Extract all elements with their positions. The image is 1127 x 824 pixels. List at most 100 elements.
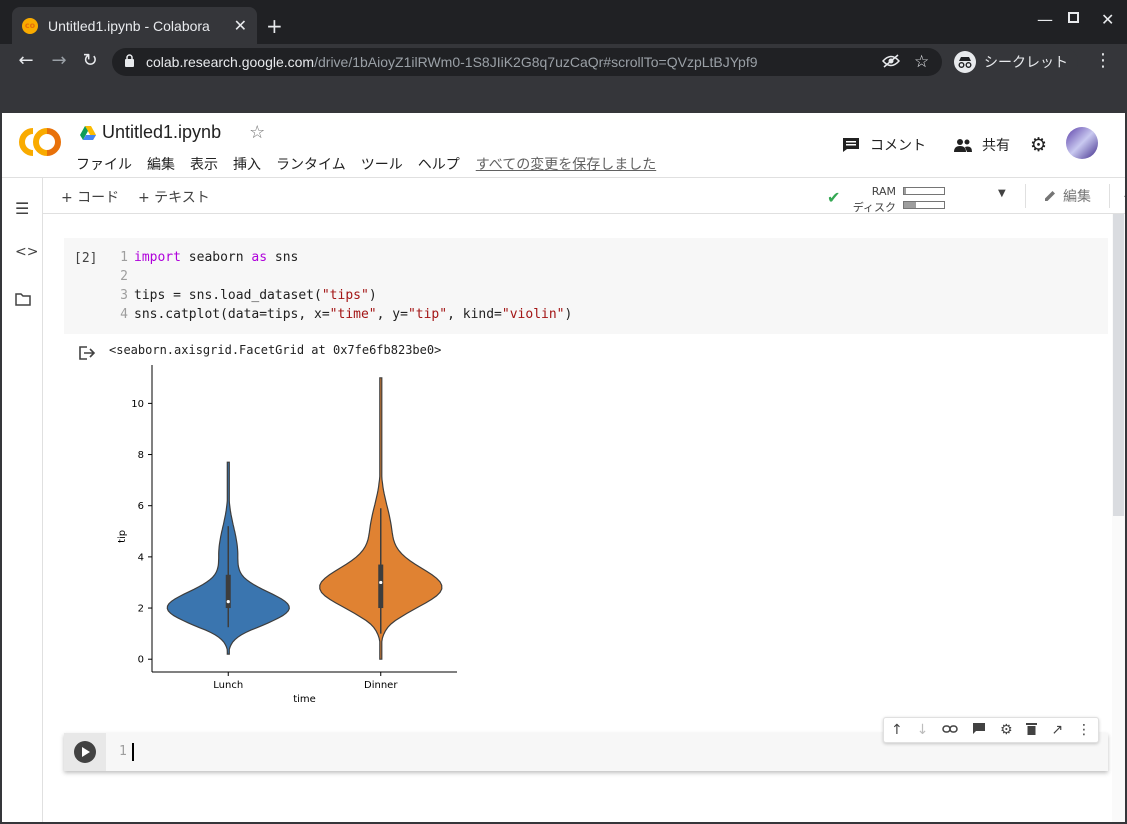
line-number: 4	[120, 307, 128, 322]
string-literal: "tip"	[407, 307, 448, 322]
iqr-box	[378, 564, 384, 609]
x-tick-label: Dinner	[364, 680, 398, 691]
text-cursor	[132, 743, 134, 761]
save-status-link[interactable]: すべての変更を保存しました	[476, 154, 656, 174]
violin-plot: 0 2 4 6 8 10 Lunch Dinner time tip	[117, 365, 457, 705]
incognito-badge[interactable]: シークレット	[950, 48, 1078, 76]
y-tick-label: 8	[138, 450, 144, 461]
menu-file[interactable]: ファイル	[76, 154, 132, 174]
code-line[interactable]: 2	[112, 269, 134, 284]
files-folder-icon[interactable]	[15, 291, 31, 310]
median-dot	[226, 600, 230, 604]
line-number: 2	[120, 269, 128, 284]
menu-insert[interactable]: 挿入	[233, 154, 261, 174]
browser-tab[interactable]: co Untitled1.ipynb - Colabora ✕	[12, 7, 257, 44]
notebook-title[interactable]: Untitled1.ipynb	[102, 122, 221, 143]
incognito-icon	[954, 51, 976, 73]
code-line[interactable]: 3 tips = sns.load_dataset("tips")	[112, 288, 377, 303]
x-axis-label: time	[293, 694, 316, 705]
close-tab-icon[interactable]: ✕	[234, 16, 247, 35]
string-literal: "time"	[329, 307, 377, 322]
collapse-header-icon[interactable]	[1123, 184, 1125, 203]
colab-favicon-icon: co	[22, 17, 38, 34]
x-tick-label: Lunch	[213, 680, 243, 691]
tab-title: Untitled1.ipynb - Colabora	[47, 17, 210, 34]
move-up-icon[interactable]: ↑	[891, 722, 903, 738]
url-host: colab.research.google.com	[146, 54, 315, 70]
minimize-icon[interactable]: —	[1037, 10, 1053, 29]
more-options-icon[interactable]: ⋮	[1077, 722, 1091, 738]
resources-dropdown-icon[interactable]: ▼	[998, 188, 1006, 199]
output-actions-icon[interactable]	[78, 345, 96, 361]
code-text: sns.catplot(data=tips, x=	[134, 307, 330, 322]
menu-runtime[interactable]: ランタイム	[276, 154, 346, 174]
edit-button[interactable]: 編集	[1043, 186, 1091, 206]
forward-icon[interactable]: →	[47, 50, 71, 71]
menu-help[interactable]: ヘルプ	[418, 154, 460, 174]
edit-label: 編集	[1063, 189, 1091, 205]
bookmark-bar	[0, 80, 1127, 113]
table-of-contents-icon[interactable]: ☰	[15, 199, 29, 218]
connected-check-icon: ✔	[827, 188, 841, 207]
keyword: as	[251, 250, 268, 265]
url-text: colab.research.google.com/drive/1bAioyZ1…	[146, 54, 758, 70]
colab-header: Untitled1.ipynb ☆ ファイル 編集 表示 挿入 ランタイム ツー…	[2, 113, 1125, 178]
colab-page: Untitled1.ipynb ☆ ファイル 編集 表示 挿入 ランタイム ツー…	[2, 113, 1125, 822]
disk-bar	[903, 201, 945, 209]
code-text: )	[564, 307, 573, 322]
cell-toolbar: + コード + テキスト ✔ RAM ディスク ▼ 編集	[43, 178, 1125, 214]
menu-bar: ファイル 編集 表示 挿入 ランタイム ツール ヘルプ すべての変更を保存しまし…	[76, 154, 671, 174]
cell-settings-gear-icon[interactable]: ⚙	[1000, 722, 1013, 738]
cell-output-text: <seaborn.axisgrid.FacetGrid at 0x7fe6fb8…	[109, 343, 442, 357]
code-line[interactable]: 4 sns.catplot(data=tips, x="time", y="tip…	[112, 307, 572, 322]
browser-window: co Untitled1.ipynb - Colabora ✕ + — ✕ ← …	[0, 0, 1127, 824]
user-avatar[interactable]	[1066, 127, 1098, 159]
scrollbar-thumb[interactable]	[1113, 214, 1124, 516]
share-button[interactable]: 共有	[953, 135, 1010, 155]
eye-off-icon[interactable]	[881, 54, 901, 72]
delete-trash-icon[interactable]	[1026, 722, 1038, 739]
close-window-icon[interactable]: ✕	[1101, 10, 1114, 29]
link-icon[interactable]	[942, 722, 958, 738]
star-icon[interactable]: ☆	[249, 122, 265, 143]
settings-gear-icon[interactable]: ⚙	[1030, 134, 1047, 156]
ram-bar	[903, 187, 945, 195]
code-line[interactable]: 1 import seaborn as sns	[112, 250, 298, 265]
code-text: seaborn	[180, 250, 252, 265]
reload-icon[interactable]: ↻	[78, 50, 102, 71]
code-cell[interactable]: [2] 1 import seaborn as sns 2 3 tips = sns…	[64, 238, 1108, 334]
run-cell-icon[interactable]	[74, 741, 96, 763]
comment-button[interactable]: コメント	[842, 135, 926, 155]
url-path: /drive/1bAioyZ1ilRWm0-1S8JIiK2G8q7uzCaQr…	[314, 54, 758, 70]
maximize-icon[interactable]	[1068, 12, 1079, 23]
string-literal: "tips"	[321, 288, 369, 303]
code-text: , y=	[376, 307, 408, 322]
y-tick-label: 10	[131, 399, 144, 410]
menu-tools[interactable]: ツール	[361, 154, 403, 174]
y-axis-label: tip	[117, 530, 128, 543]
code-text: )	[368, 288, 377, 303]
open-in-tab-icon[interactable]: ↗	[1051, 722, 1063, 738]
execution-count: [2]	[74, 251, 98, 266]
people-icon	[954, 139, 972, 152]
incognito-label: シークレット	[984, 55, 1068, 71]
menu-view[interactable]: 表示	[190, 154, 218, 174]
bookmark-star-icon[interactable]: ☆	[914, 52, 929, 72]
comment-icon[interactable]	[972, 722, 986, 739]
share-label: 共有	[982, 138, 1010, 154]
string-literal: "violin"	[501, 307, 565, 322]
google-drive-icon[interactable]	[80, 125, 96, 140]
cell-action-toolbar: ↑ ↓ ⚙ ↗ ⋮	[883, 717, 1099, 743]
disk-label: ディスク	[852, 201, 896, 214]
menu-edit[interactable]: 編集	[147, 154, 175, 174]
colab-logo-icon[interactable]	[18, 127, 62, 157]
add-code-button[interactable]: + コード	[61, 187, 119, 207]
new-tab-icon[interactable]: +	[266, 14, 283, 38]
pencil-icon	[1045, 191, 1055, 201]
browser-menu-icon[interactable]: ⋮	[1094, 50, 1112, 71]
add-text-button[interactable]: + テキスト	[138, 187, 210, 207]
move-down-icon[interactable]: ↓	[917, 722, 929, 738]
back-icon[interactable]: ←	[14, 50, 38, 71]
code-snippets-icon[interactable]: <>	[15, 244, 38, 260]
address-bar[interactable]: colab.research.google.com/drive/1bAioyZ1…	[112, 48, 942, 76]
